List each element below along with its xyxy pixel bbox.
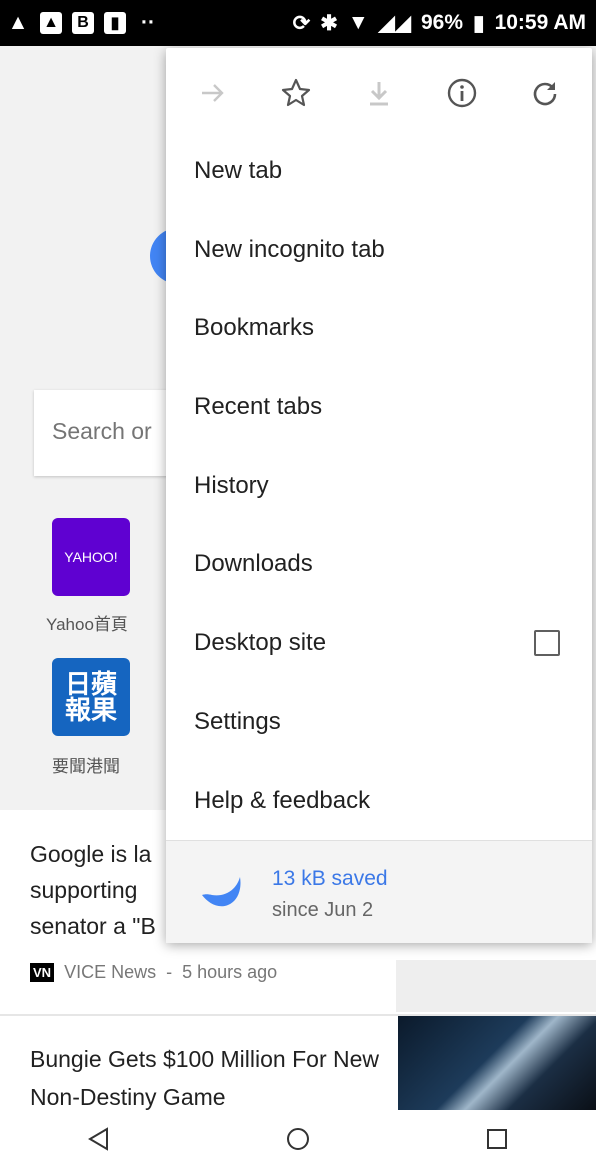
rotation-lock-icon: ⟳ xyxy=(292,11,311,35)
menu-item-label: New incognito tab xyxy=(194,236,385,263)
signal-icon: ◢◢ xyxy=(378,11,411,35)
download-icon xyxy=(369,82,388,106)
bluetooth-icon: ✱ xyxy=(320,11,338,35)
battery-icon: ▮ xyxy=(473,11,485,35)
forward-icon xyxy=(202,84,225,102)
yahoo-tile[interactable]: YAHOO! xyxy=(52,518,130,596)
menu-item-label: Help & feedback xyxy=(194,787,371,814)
back-icon xyxy=(88,1127,109,1151)
more-dots-icon: ·· xyxy=(141,11,155,34)
data-saver-footer[interactable]: 13 kB saved since Jun 2 xyxy=(166,840,592,943)
info-icon xyxy=(447,78,476,108)
menu-item-new-incognito-tab[interactable]: New incognito tab xyxy=(166,211,592,289)
tile-label-yahoo: Yahoo首頁 xyxy=(46,615,128,634)
article-title[interactable]: Bungie Gets $100 Million For New Non-Des… xyxy=(30,1040,390,1116)
tile-label-news: 要聞港聞 xyxy=(52,757,120,776)
menu-item-label: Downloads xyxy=(194,550,313,577)
recents-icon xyxy=(486,1129,507,1149)
menu-item-label: New tab xyxy=(194,157,283,184)
b-app-icon: B xyxy=(72,12,94,34)
desktop-site-checkbox[interactable] xyxy=(534,630,560,656)
menu-item-new-tab[interactable]: New tab xyxy=(166,132,592,210)
apple-daily-logo: 日蘋報果 xyxy=(64,669,117,725)
refresh-button[interactable] xyxy=(521,69,569,117)
menu-item-label: Settings xyxy=(194,708,281,735)
warning-icon: ▲ xyxy=(7,11,29,34)
data-saved-amount: 13 kB saved xyxy=(272,867,388,890)
wifi-icon: ▼ xyxy=(347,11,369,34)
separator: - xyxy=(166,962,173,982)
menu-item-settings[interactable]: Settings xyxy=(166,683,592,761)
article-title[interactable]: Google is la supporting senator a "B xyxy=(30,836,170,944)
system-indicators: ⟳ ✱ ▼ ◢◢ 96% ▮ 10:59 AM xyxy=(293,0,586,46)
overflow-menu: New tab New incognito tab Bookmarks Rece… xyxy=(166,48,592,943)
data-saved-since: since Jun 2 xyxy=(272,899,374,921)
article-thumbnail xyxy=(398,1016,596,1110)
yahoo-logo: YAHOO! xyxy=(64,549,118,565)
clock: 10:59 AM xyxy=(494,11,586,34)
status-bar: ▲ ▲ B ▮ ·· ⟳ ✱ ▼ ◢◢ 96% ▮ 10:59 AM xyxy=(0,0,596,46)
app-notification-icon: ▮ xyxy=(104,12,126,34)
menu-item-label: Bookmarks xyxy=(194,314,315,341)
article-time: 5 hours ago xyxy=(182,962,278,982)
menu-item-help-feedback[interactable]: Help & feedback xyxy=(166,762,592,840)
data-saver-icon xyxy=(202,877,241,907)
article-thumbnail xyxy=(396,960,596,1012)
menu-item-history[interactable]: History xyxy=(166,447,592,525)
vice-news-logo: VN xyxy=(30,963,55,982)
menu-item-recent-tabs[interactable]: Recent tabs xyxy=(166,368,592,446)
menu-item-label: Desktop site xyxy=(194,629,327,656)
recents-button[interactable] xyxy=(467,1114,527,1164)
menu-item-desktop-site[interactable]: Desktop site xyxy=(166,604,592,682)
battery-percent: 96% xyxy=(420,11,463,34)
download-page-button[interactable] xyxy=(355,69,403,117)
image-icon: ▲ xyxy=(40,12,62,34)
menu-item-label: History xyxy=(194,472,269,499)
navigation-bar xyxy=(0,1110,596,1168)
search-placeholder: Search or xyxy=(52,418,152,444)
article-source: VN VICE News - 5 hours ago xyxy=(30,962,277,983)
menu-item-bookmarks[interactable]: Bookmarks xyxy=(166,289,592,367)
star-icon xyxy=(282,78,311,107)
home-icon xyxy=(286,1128,309,1150)
home-button[interactable] xyxy=(268,1114,328,1164)
source-name: VICE News xyxy=(64,962,157,982)
menu-icon-row xyxy=(166,48,592,138)
back-button[interactable] xyxy=(69,1114,129,1164)
page-info-button[interactable] xyxy=(438,69,486,117)
menu-item-label: Recent tabs xyxy=(194,393,323,420)
refresh-icon xyxy=(533,82,556,106)
bookmark-star-button[interactable] xyxy=(272,69,320,117)
forward-button[interactable] xyxy=(189,69,237,117)
menu-item-downloads[interactable]: Downloads xyxy=(166,525,592,603)
apple-daily-tile[interactable]: 日蘋報果 xyxy=(52,658,130,736)
notification-icons: ▲ ▲ B ▮ ·· xyxy=(6,0,160,46)
